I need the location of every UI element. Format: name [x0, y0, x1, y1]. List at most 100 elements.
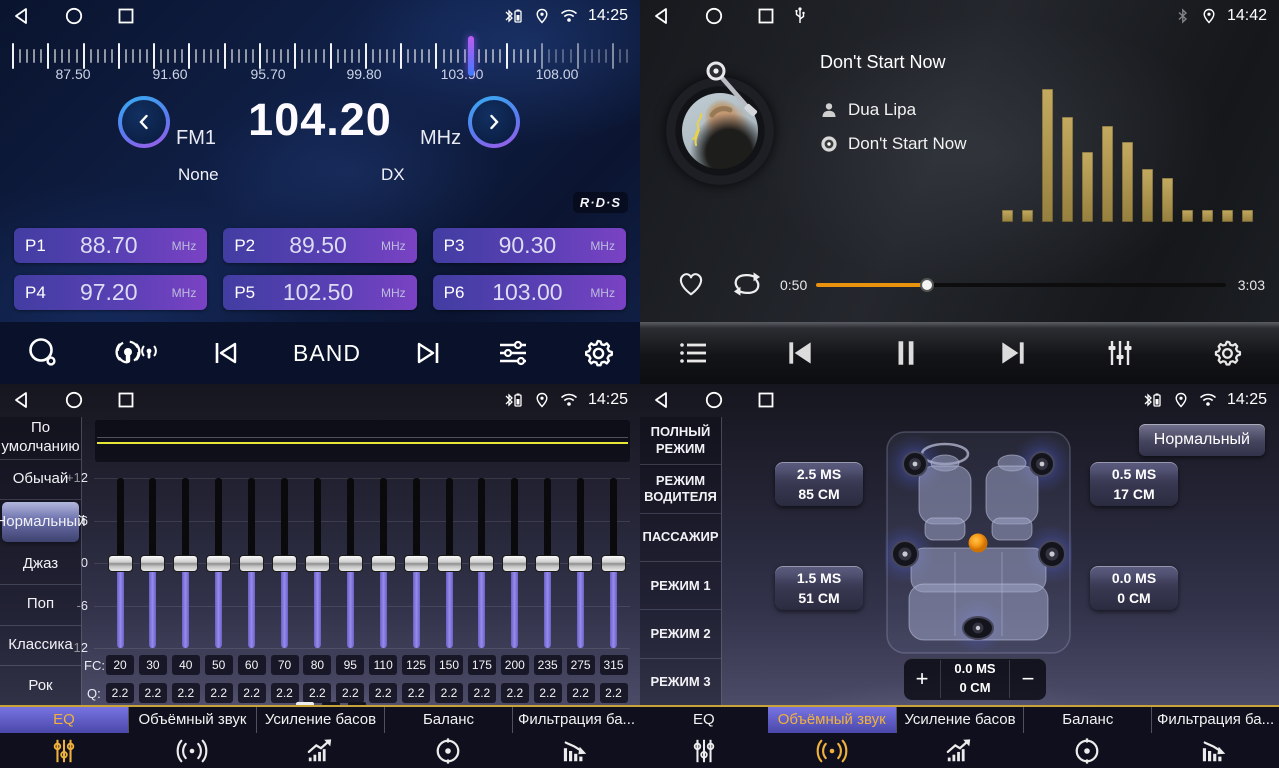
- eq-slider-handle[interactable]: [173, 555, 198, 572]
- back-button-icon[interactable]: [12, 6, 32, 26]
- eq-slider-handle[interactable]: [371, 555, 396, 572]
- list-item[interactable]: РЕЖИМ 1: [640, 562, 721, 610]
- q-value-chip[interactable]: 2.2: [238, 683, 266, 703]
- previous-track-button[interactable]: [784, 337, 816, 369]
- tab-bass-boost[interactable]: Усиление басов: [896, 707, 1024, 768]
- list-item[interactable]: Обычай: [0, 460, 81, 501]
- tab-bass-boost[interactable]: Усиление басов: [256, 707, 384, 768]
- eq-slider-handle[interactable]: [469, 555, 494, 572]
- eq-slider-handle[interactable]: [502, 555, 527, 572]
- preset-button[interactable]: P390.30MHz: [433, 228, 626, 263]
- list-item[interactable]: РЕЖИМ 3: [640, 659, 721, 707]
- q-value-chip[interactable]: 2.2: [567, 683, 595, 703]
- list-item[interactable]: Рок: [0, 666, 81, 707]
- listening-position-marker[interactable]: [969, 534, 988, 553]
- fc-value-chip[interactable]: 110: [369, 655, 397, 675]
- home-button-icon[interactable]: [64, 6, 84, 26]
- fc-value-chip[interactable]: 20: [106, 655, 134, 675]
- eq-slider-handle[interactable]: [272, 555, 297, 572]
- seek-bar[interactable]: [816, 283, 1226, 287]
- seek-previous-button[interactable]: [211, 338, 241, 368]
- home-button-icon[interactable]: [64, 390, 84, 410]
- tab-surround[interactable]: Объёмный звук: [768, 707, 896, 768]
- seek-next-button[interactable]: [413, 338, 443, 368]
- front-left-delay-button[interactable]: 2.5 MS 85 CM: [775, 462, 863, 506]
- fc-value-chip[interactable]: 40: [172, 655, 200, 675]
- fc-value-chip[interactable]: 50: [205, 655, 233, 675]
- tuning-indicator[interactable]: [468, 36, 474, 76]
- eq-slider-handle[interactable]: [239, 555, 264, 572]
- q-value-chip[interactable]: 2.2: [205, 683, 233, 703]
- rear-right-delay-button[interactable]: 0.0 MS 0 CM: [1090, 566, 1178, 610]
- scan-button[interactable]: [26, 336, 60, 370]
- tab-eq-sliders[interactable]: EQ: [640, 707, 768, 768]
- q-value-chip[interactable]: 2.2: [501, 683, 529, 703]
- list-item[interactable]: Поп: [0, 585, 81, 626]
- playlist-button[interactable]: [677, 339, 709, 367]
- q-value-chip[interactable]: 2.2: [172, 683, 200, 703]
- list-item[interactable]: РЕЖИМ ВОДИТЕЛЯ: [640, 465, 721, 513]
- tune-up-button[interactable]: [468, 96, 520, 148]
- equalizer-button[interactable]: [496, 338, 530, 368]
- eq-slider-handle[interactable]: [404, 555, 429, 572]
- eq-slider-handle[interactable]: [535, 555, 560, 572]
- list-item[interactable]: РЕЖИМ 2: [640, 610, 721, 658]
- fc-value-chip[interactable]: 80: [303, 655, 331, 675]
- list-item[interactable]: Классика: [0, 626, 81, 667]
- fc-value-chip[interactable]: 175: [468, 655, 496, 675]
- tab-balance[interactable]: Баланс: [384, 707, 512, 768]
- decrease-delay-button[interactable]: −: [1010, 666, 1046, 692]
- list-item[interactable]: Джаз: [0, 544, 81, 585]
- next-track-button[interactable]: [997, 337, 1029, 369]
- list-item[interactable]: Нормальный: [2, 502, 79, 542]
- back-button-icon[interactable]: [12, 390, 32, 410]
- list-item[interactable]: ПАССАЖИР: [640, 514, 721, 562]
- seek-bar-thumb[interactable]: [920, 278, 934, 292]
- fc-value-chip[interactable]: 125: [402, 655, 430, 675]
- fc-value-chip[interactable]: 95: [336, 655, 364, 675]
- tab-filter[interactable]: Фильтрация ба...: [1151, 707, 1279, 768]
- tab-eq-sliders[interactable]: EQ: [0, 707, 128, 768]
- favorite-button[interactable]: [676, 270, 706, 298]
- sound-profile-button[interactable]: Нормальный: [1139, 424, 1265, 456]
- preset-button[interactable]: P497.20MHz: [14, 275, 207, 310]
- fc-value-chip[interactable]: 30: [139, 655, 167, 675]
- q-value-chip[interactable]: 2.2: [139, 683, 167, 703]
- q-value-chip[interactable]: 2.2: [435, 683, 463, 703]
- recents-button-icon[interactable]: [116, 6, 136, 26]
- list-item[interactable]: ПОЛНЫЙ РЕЖИМ: [640, 417, 721, 465]
- front-right-delay-button[interactable]: 0.5 MS 17 CM: [1090, 462, 1178, 506]
- recents-button-icon[interactable]: [756, 6, 776, 26]
- eq-slider-handle[interactable]: [338, 555, 363, 572]
- q-value-chip[interactable]: 2.2: [369, 683, 397, 703]
- pause-button[interactable]: [890, 337, 922, 369]
- home-button-icon[interactable]: [704, 390, 724, 410]
- tab-surround[interactable]: Объёмный звук: [128, 707, 256, 768]
- fc-value-chip[interactable]: 150: [435, 655, 463, 675]
- recents-button-icon[interactable]: [116, 390, 136, 410]
- rds-broadcast-button[interactable]: [112, 336, 158, 370]
- recents-button-icon[interactable]: [756, 390, 776, 410]
- fc-value-chip[interactable]: 275: [567, 655, 595, 675]
- q-value-chip[interactable]: 2.2: [106, 683, 134, 703]
- q-value-chip[interactable]: 2.2: [336, 683, 364, 703]
- q-value-chip[interactable]: 2.2: [468, 683, 496, 703]
- preset-button[interactable]: P188.70MHz: [14, 228, 207, 263]
- eq-slider-handle[interactable]: [140, 555, 165, 572]
- eq-slider-handle[interactable]: [601, 555, 626, 572]
- preset-button[interactable]: P6103.00MHz: [433, 275, 626, 310]
- tab-filter[interactable]: Фильтрация ба...: [512, 707, 640, 768]
- fc-value-chip[interactable]: 70: [271, 655, 299, 675]
- fc-value-chip[interactable]: 200: [501, 655, 529, 675]
- q-value-chip[interactable]: 2.2: [600, 683, 628, 703]
- preset-button[interactable]: P289.50MHz: [223, 228, 416, 263]
- eq-slider-handle[interactable]: [568, 555, 593, 572]
- eq-slider-handle[interactable]: [108, 555, 133, 572]
- eq-slider-handle[interactable]: [437, 555, 462, 572]
- home-button-icon[interactable]: [704, 6, 724, 26]
- increase-delay-button[interactable]: +: [904, 666, 940, 692]
- back-button-icon[interactable]: [652, 390, 672, 410]
- eq-slider-handle[interactable]: [206, 555, 231, 572]
- list-item[interactable]: По умолчанию: [0, 417, 81, 460]
- mixer-button[interactable]: [1103, 338, 1137, 368]
